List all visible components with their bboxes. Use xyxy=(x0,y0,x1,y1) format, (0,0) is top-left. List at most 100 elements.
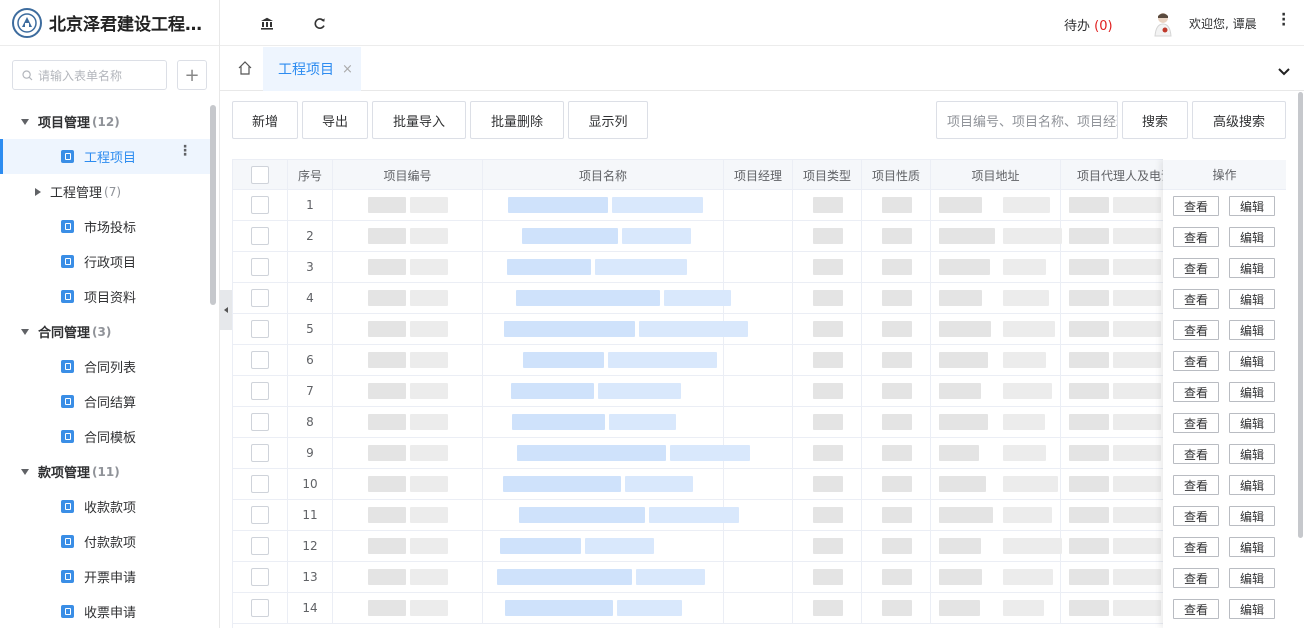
edit-button[interactable]: 编辑 xyxy=(1229,444,1275,464)
view-button[interactable]: 查看 xyxy=(1173,475,1219,495)
view-button[interactable]: 查看 xyxy=(1173,227,1219,247)
view-button[interactable]: 查看 xyxy=(1173,413,1219,433)
more-vertical-icon[interactable]: ⋮ xyxy=(178,144,192,158)
menu-sub-engineering-management[interactable]: 工程管理 (7) xyxy=(0,174,210,209)
row-checkbox[interactable] xyxy=(251,568,269,586)
menu-item-admin-project[interactable]: 行政项目 xyxy=(0,244,210,279)
row-select-cell[interactable] xyxy=(233,438,288,468)
view-button[interactable]: 查看 xyxy=(1173,599,1219,619)
row-select-cell[interactable] xyxy=(233,252,288,282)
menu-item-invoice-request[interactable]: 开票申请 xyxy=(0,559,210,594)
view-button[interactable]: 查看 xyxy=(1173,444,1219,464)
table-row[interactable]: 5 xyxy=(233,314,1286,345)
edit-button[interactable]: 编辑 xyxy=(1229,320,1275,340)
row-select-cell[interactable] xyxy=(233,376,288,406)
view-button[interactable]: 查看 xyxy=(1173,382,1219,402)
form-search-input[interactable]: 请输入表单名称 xyxy=(12,60,168,90)
table-row[interactable]: 3 xyxy=(233,252,1286,283)
row-select-cell[interactable] xyxy=(233,531,288,561)
view-button[interactable]: 查看 xyxy=(1173,289,1219,309)
row-select-cell[interactable] xyxy=(233,500,288,530)
add-form-button[interactable]: + xyxy=(177,60,207,90)
row-select-cell[interactable] xyxy=(233,469,288,499)
todo-link[interactable]: 待办 (0) xyxy=(1064,15,1113,34)
menu-group-contract[interactable]: 合同管理 (3) xyxy=(0,314,210,349)
view-button[interactable]: 查看 xyxy=(1173,568,1219,588)
table-row[interactable]: 2 xyxy=(233,221,1286,252)
row-checkbox[interactable] xyxy=(251,382,269,400)
menu-item-payments[interactable]: 付款款项 xyxy=(0,524,210,559)
menu-item-contract-list[interactable]: 合同列表 xyxy=(0,349,210,384)
header-select-all[interactable] xyxy=(233,160,288,190)
sidebar-scrollbar[interactable] xyxy=(210,105,216,305)
search-button[interactable]: 搜索 xyxy=(1122,101,1188,139)
project-search-input[interactable]: 项目编号、项目名称、项目经理 xyxy=(936,101,1118,139)
edit-button[interactable]: 编辑 xyxy=(1229,599,1275,619)
row-checkbox[interactable] xyxy=(251,351,269,369)
view-button[interactable]: 查看 xyxy=(1173,196,1219,216)
menu-item-invoice-receive[interactable]: 收票申请 xyxy=(0,594,210,628)
export-button[interactable]: 导出 xyxy=(302,101,368,139)
edit-button[interactable]: 编辑 xyxy=(1229,568,1275,588)
edit-button[interactable]: 编辑 xyxy=(1229,351,1275,371)
main-scrollbar[interactable] xyxy=(1298,92,1303,538)
row-checkbox[interactable] xyxy=(251,537,269,555)
batch-delete-button[interactable]: 批量删除 xyxy=(470,101,564,139)
row-select-cell[interactable] xyxy=(233,314,288,344)
row-select-cell[interactable] xyxy=(233,562,288,592)
menu-item-contract-template[interactable]: 合同模板 xyxy=(0,419,210,454)
user-avatar[interactable] xyxy=(1152,11,1174,37)
view-button[interactable]: 查看 xyxy=(1173,320,1219,340)
tab-engineering-project[interactable]: 工程项目 × xyxy=(263,47,361,91)
row-checkbox[interactable] xyxy=(251,444,269,462)
row-select-cell[interactable] xyxy=(233,593,288,623)
edit-button[interactable]: 编辑 xyxy=(1229,227,1275,247)
view-button[interactable]: 查看 xyxy=(1173,537,1219,557)
table-row[interactable]: 11 xyxy=(233,500,1286,531)
row-select-cell[interactable] xyxy=(233,345,288,375)
show-columns-button[interactable]: 显示列 xyxy=(568,101,648,139)
add-button[interactable]: 新增 xyxy=(232,101,298,139)
menu-item-engineering-project[interactable]: 工程项目 ⋮ xyxy=(0,139,210,174)
more-vertical-icon[interactable]: · · · xyxy=(1281,8,1286,32)
table-row[interactable]: 4 xyxy=(233,283,1286,314)
row-checkbox[interactable] xyxy=(251,413,269,431)
view-button[interactable]: 查看 xyxy=(1173,258,1219,278)
edit-button[interactable]: 编辑 xyxy=(1229,506,1275,526)
menu-group-project[interactable]: 项目管理 (12) xyxy=(0,104,210,139)
edit-button[interactable]: 编辑 xyxy=(1229,537,1275,557)
advanced-search-button[interactable]: 高级搜索 xyxy=(1192,101,1286,139)
close-icon[interactable]: × xyxy=(342,62,353,77)
menu-item-receipts[interactable]: 收款款项 xyxy=(0,489,210,524)
refresh-icon[interactable] xyxy=(310,14,328,32)
edit-button[interactable]: 编辑 xyxy=(1229,382,1275,402)
row-select-cell[interactable] xyxy=(233,190,288,220)
table-row[interactable]: 13 xyxy=(233,562,1286,593)
menu-group-payment[interactable]: 款项管理 (11) xyxy=(0,454,210,489)
select-all-checkbox[interactable] xyxy=(251,166,269,184)
edit-button[interactable]: 编辑 xyxy=(1229,413,1275,433)
view-button[interactable]: 查看 xyxy=(1173,351,1219,371)
row-checkbox[interactable] xyxy=(251,227,269,245)
table-row[interactable]: 9 xyxy=(233,438,1286,469)
table-row[interactable]: 14 xyxy=(233,593,1286,624)
edit-button[interactable]: 编辑 xyxy=(1229,289,1275,309)
table-row[interactable]: 1 xyxy=(233,190,1286,221)
row-checkbox[interactable] xyxy=(251,475,269,493)
row-checkbox[interactable] xyxy=(251,506,269,524)
row-checkbox[interactable] xyxy=(251,196,269,214)
sidebar-collapse-button[interactable] xyxy=(220,290,232,330)
home-icon[interactable] xyxy=(237,60,253,80)
row-select-cell[interactable] xyxy=(233,283,288,313)
menu-item-project-docs[interactable]: 项目资料 xyxy=(0,279,210,314)
view-button[interactable]: 查看 xyxy=(1173,506,1219,526)
table-row[interactable]: 7 xyxy=(233,376,1286,407)
table-row[interactable]: 6 xyxy=(233,345,1286,376)
chevron-down-icon[interactable] xyxy=(1278,65,1290,80)
row-checkbox[interactable] xyxy=(251,289,269,307)
row-checkbox[interactable] xyxy=(251,258,269,276)
table-row[interactable]: 10 xyxy=(233,469,1286,500)
batch-import-button[interactable]: 批量导入 xyxy=(372,101,466,139)
row-checkbox[interactable] xyxy=(251,599,269,617)
edit-button[interactable]: 编辑 xyxy=(1229,258,1275,278)
